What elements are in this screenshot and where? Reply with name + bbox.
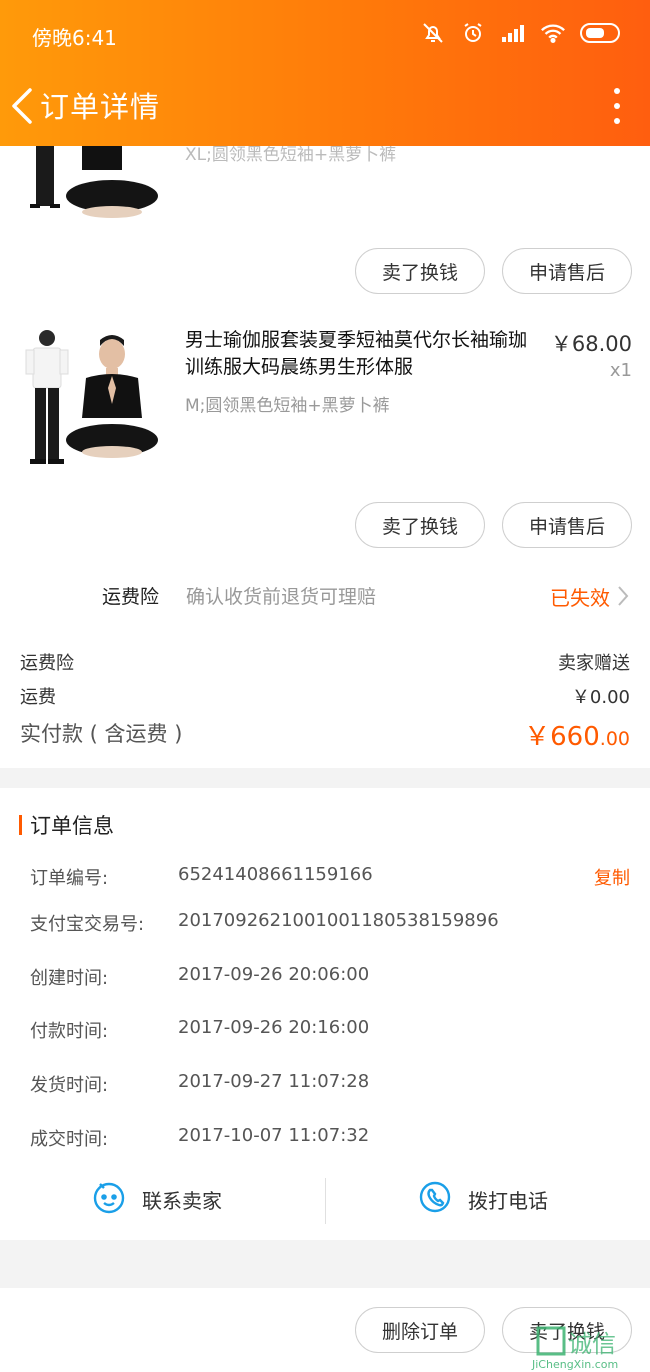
info-label-order-no: 订单编号: <box>30 868 109 889</box>
svg-text:JiChengXin.com: JiChengXin.com <box>531 1358 618 1371</box>
order-info-card <box>0 788 650 1240</box>
battery-icon <box>580 23 620 43</box>
call-phone-label: 拨打电话 <box>468 1189 548 1213</box>
status-icons <box>420 20 620 46</box>
total-amount: ￥660.00 <box>524 716 630 753</box>
summary-label-insurance: 运费险 <box>20 653 74 674</box>
more-dot-icon <box>614 103 620 109</box>
section-accent-bar <box>19 815 22 835</box>
info-value-created: 2017-09-26 20:06:00 <box>178 964 370 985</box>
svg-text:诚信: 诚信 <box>568 1330 616 1358</box>
watermark-logo: 诚信 JiChengXin.com <box>526 1322 646 1372</box>
delete-order-button[interactable]: 删除订单 <box>355 1307 485 1353</box>
info-label-paid: 付款时间: <box>30 1021 109 1042</box>
summary-value-insurance: 卖家赠送 <box>558 653 630 674</box>
after-sale-button-1[interactable]: 申请售后 <box>502 248 632 294</box>
insurance-label: 运费险 <box>102 586 160 608</box>
phone-icon <box>418 1180 452 1219</box>
signal-icon <box>500 20 526 46</box>
info-value-completed: 2017-10-07 11:07:32 <box>178 1125 370 1146</box>
call-phone-button[interactable]: 拨打电话 <box>418 1180 548 1219</box>
back-button[interactable] <box>8 86 38 126</box>
wifi-icon <box>540 20 566 46</box>
chat-face-icon <box>92 1180 126 1219</box>
contact-seller-button[interactable]: 联系卖家 <box>92 1180 222 1219</box>
summary-value-shipping: ￥0.00 <box>571 687 630 708</box>
after-sale-button-2[interactable]: 申请售后 <box>502 502 632 548</box>
more-dot-icon <box>614 88 620 94</box>
alarm-icon <box>460 20 486 46</box>
total-amount-cents: .00 <box>599 728 630 750</box>
mute-icon <box>420 20 446 46</box>
insurance-description: 确认收货前退货可理赔 <box>186 586 377 608</box>
info-value-alipay-no: 2017092621001001180538159896 <box>178 910 499 931</box>
order-info-title: 订单信息 <box>30 814 114 838</box>
product-title[interactable]: 男士瑜伽服套装夏季短袖莫代尔长袖瑜珈训练服大码晨练男生形体服 <box>185 327 545 381</box>
info-value-paid: 2017-09-26 20:16:00 <box>178 1017 370 1038</box>
more-dot-icon <box>614 118 620 124</box>
info-value-order-no: 65241408661159166 <box>178 864 373 885</box>
app-header: 傍晚6:41 订单详情 <box>0 0 650 146</box>
info-label-created: 创建时间: <box>30 968 109 989</box>
sell-button-2[interactable]: 卖了换钱 <box>355 502 485 548</box>
total-amount-main: ￥660 <box>524 722 600 752</box>
contact-divider <box>325 1178 326 1224</box>
more-menu-button[interactable] <box>610 88 624 124</box>
insurance-status[interactable]: 已失效 <box>550 582 610 611</box>
summary-label-shipping: 运费 <box>20 687 56 708</box>
info-label-shipped: 发货时间: <box>30 1075 109 1096</box>
info-label-alipay-no: 支付宝交易号: <box>30 914 145 935</box>
product-sku: M;圆领黑色短袖+黑萝卜裤 <box>185 396 390 416</box>
chevron-right-icon[interactable] <box>616 585 630 607</box>
copy-button[interactable]: 复制 <box>594 864 630 890</box>
product-price: ￥68.00 <box>550 332 632 356</box>
product-quantity: x1 <box>609 360 632 381</box>
info-value-shipped: 2017-09-27 11:07:28 <box>178 1071 370 1092</box>
total-label: 实付款 ( 含运费 ) <box>20 722 183 746</box>
info-label-completed: 成交时间: <box>30 1129 109 1150</box>
contact-seller-label: 联系卖家 <box>142 1189 222 1213</box>
page-title: 订单详情 <box>40 90 161 124</box>
product-image[interactable] <box>20 328 160 468</box>
sell-button-1[interactable]: 卖了换钱 <box>355 248 485 294</box>
status-time: 傍晚6:41 <box>32 26 117 50</box>
